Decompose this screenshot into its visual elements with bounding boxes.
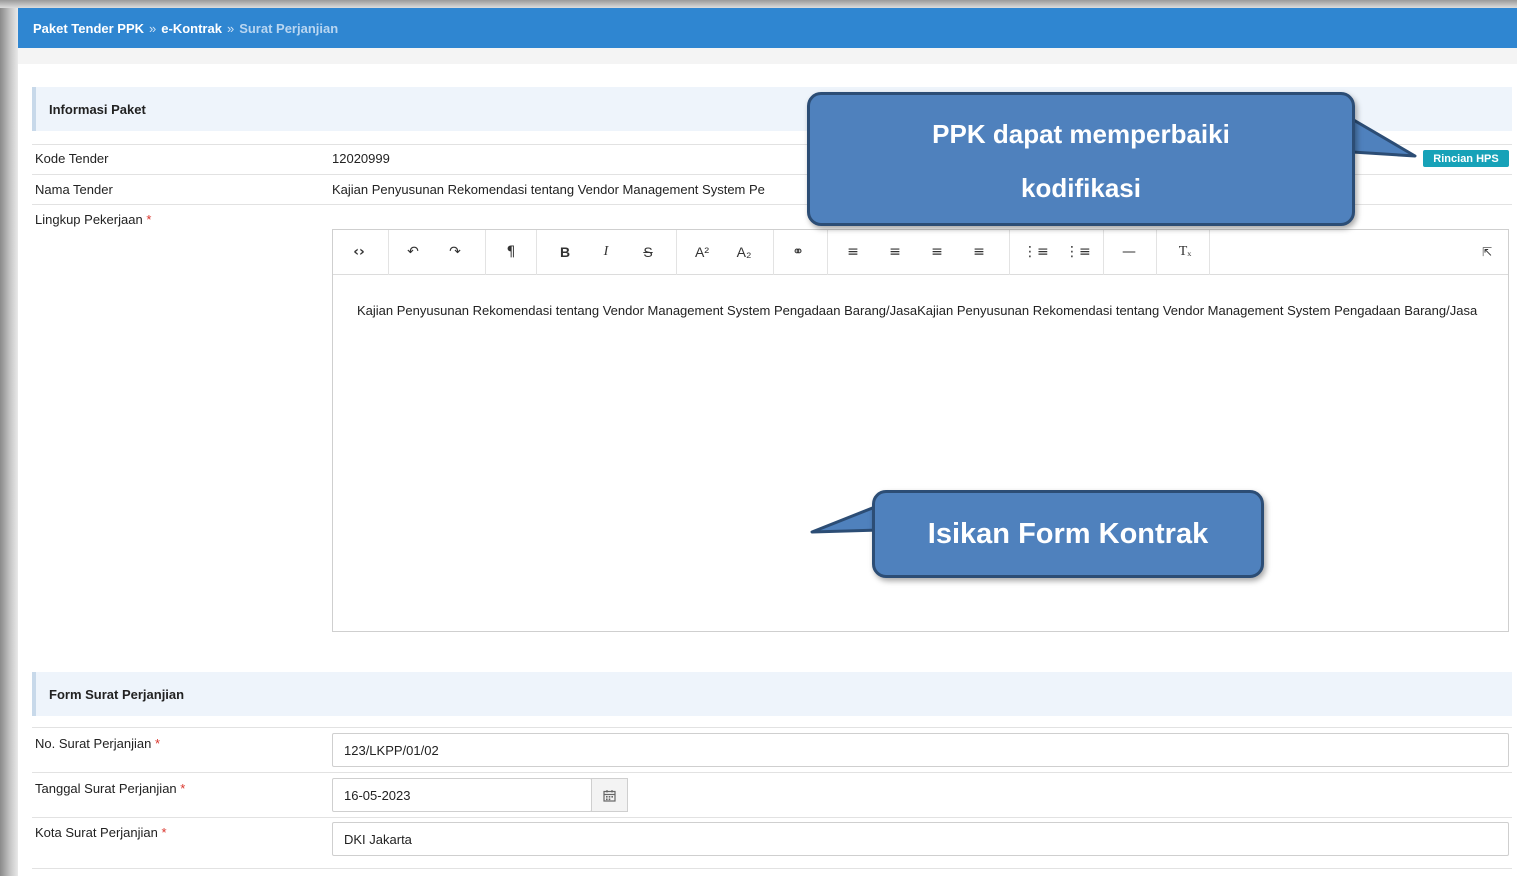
callout-top-line1: PPK dapat memperbaiki [932, 119, 1230, 149]
callout-ppk-perbaiki: PPK dapat memperbaiki kodifikasi [807, 92, 1355, 226]
callout-tail-bottom [810, 503, 882, 534]
callout-isikan-form: Isikan Form Kontrak [872, 490, 1264, 578]
page-frame: Paket Tender PPK » e-Kontrak » Surat Per… [0, 0, 1517, 876]
callout-top-line2: kodifikasi [1021, 173, 1141, 203]
callout-bottom-text: Isikan Form Kontrak [927, 517, 1209, 550]
